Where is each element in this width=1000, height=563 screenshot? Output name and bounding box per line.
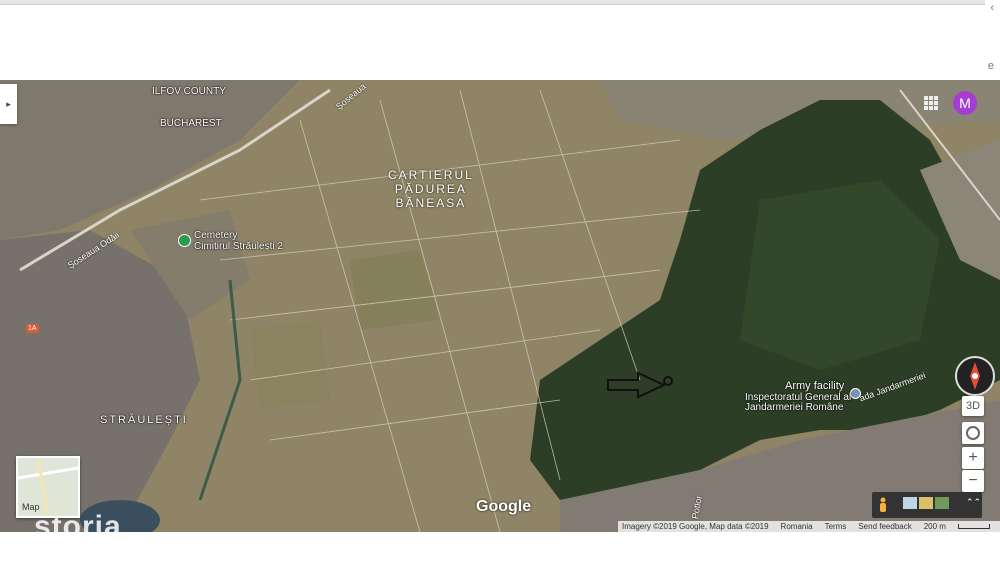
city-label: BUCHAREST	[160, 118, 222, 129]
district-line-2: PĂDUREA	[394, 182, 467, 196]
district-line-1: CARTIERUL	[388, 168, 474, 182]
account-avatar[interactable]: M	[953, 91, 977, 115]
expand-imagery-button[interactable]: ⌃⌃	[966, 497, 981, 508]
district-line-3: BĂNEASA	[395, 196, 467, 210]
google-logo: Google	[476, 498, 532, 515]
my-location-button[interactable]	[962, 422, 984, 444]
collapse-panel-button[interactable]: ▸	[0, 84, 17, 124]
send-feedback-link[interactable]: Send feedback	[858, 522, 911, 531]
cemetery-name: Cimitirul Străulești 2	[194, 241, 283, 252]
map-type-toggle[interactable]: Map	[16, 456, 80, 518]
side-text: e	[987, 60, 994, 72]
cemetery-pin-icon	[178, 234, 191, 247]
compass-control[interactable]	[955, 356, 995, 396]
road-badge: 1A	[26, 324, 39, 333]
satellite-map[interactable]: ILFOV COUNTY BUCHAREST CARTIERUL PĂDUREA…	[0, 80, 1000, 532]
browser-top-area: ‹ e	[0, 0, 1000, 80]
country-label: Romania	[780, 522, 813, 531]
bottom-area	[0, 532, 1000, 563]
imagery-attribution: Imagery ©2019 Google, Map data ©2019	[622, 522, 769, 531]
scale-label[interactable]: 200 m	[924, 522, 946, 531]
map-footer: Imagery ©2019 Google, Map data ©2019 Rom…	[618, 521, 1000, 532]
target-icon	[966, 426, 980, 440]
army-line-2: Jandarmeriei Române	[745, 402, 844, 413]
apps-grid-icon[interactable]	[924, 96, 938, 110]
horizontal-scrollbar[interactable]	[0, 0, 985, 5]
thumb-icon[interactable]	[903, 497, 917, 509]
zoom-out-button[interactable]: −	[962, 470, 984, 492]
location-arrow-icon	[607, 371, 673, 399]
satellite-imagery	[0, 80, 1000, 532]
thumb-icon[interactable]	[919, 497, 933, 509]
compass-icon	[970, 362, 980, 390]
district-label: CARTIERUL PĂDUREA BĂNEASA	[388, 168, 474, 210]
cemetery-title: Cemetery	[194, 230, 238, 241]
zoom-in-button[interactable]: +	[962, 447, 984, 469]
county-label: ILFOV COUNTY	[152, 86, 226, 97]
straulesti-label: STRĂULEȘTI	[100, 414, 188, 426]
army-title: Army facility	[785, 380, 845, 392]
imagery-thumbnails[interactable]	[903, 497, 949, 509]
terms-link[interactable]: Terms	[825, 522, 847, 531]
thumb-icon[interactable]	[935, 497, 949, 509]
scale-bar	[957, 524, 990, 529]
pegman-icon[interactable]	[878, 497, 888, 513]
close-glyph-icon[interactable]: ‹	[990, 2, 994, 14]
tilt-3d-button[interactable]: 3D	[962, 396, 984, 416]
